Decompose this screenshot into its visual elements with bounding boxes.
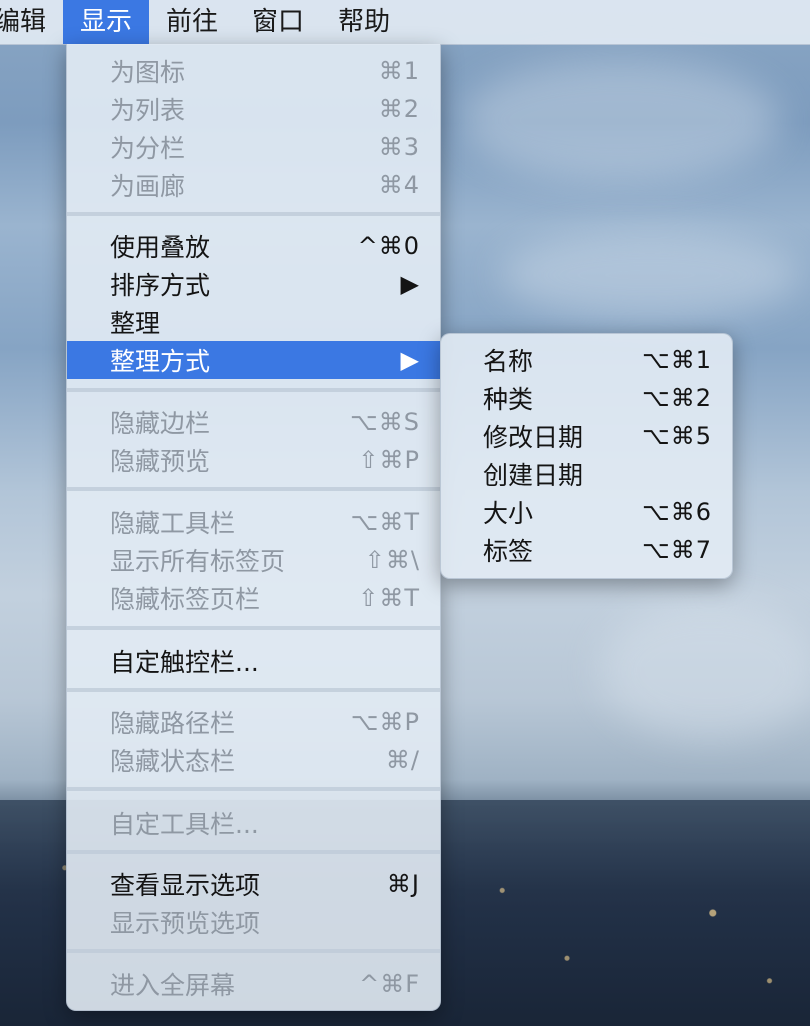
menu-separator	[67, 487, 440, 491]
menu-item-label: 标签	[483, 537, 534, 566]
submenu-item-size[interactable]: 大小 ⌥⌘6	[441, 493, 732, 531]
menu-item-as-icons[interactable]: 为图标 ⌘1	[67, 52, 440, 90]
menu-item-label: 创建日期	[483, 461, 584, 490]
menu-separator	[67, 787, 440, 791]
menu-item-sort-by[interactable]: 排序方式 ▶	[67, 265, 440, 303]
menu-item-shortcut: ⇧⌘\	[364, 546, 420, 574]
menu-item-label: 自定工具栏...	[110, 810, 259, 839]
menu-separator	[67, 949, 440, 953]
menu-item-as-gallery[interactable]: 为画廊 ⌘4	[67, 166, 440, 204]
menu-item-label: 大小	[483, 499, 534, 528]
menu-go[interactable]: 前往	[149, 0, 235, 44]
menu-item-shortcut: ^⌘0	[357, 232, 420, 260]
menu-item-show-preview-options[interactable]: 显示预览选项	[67, 903, 440, 941]
menu-item-label: 进入全屏幕	[110, 971, 236, 1000]
menu-item-shortcut: ⌥⌘S	[350, 408, 420, 436]
menu-item-as-columns[interactable]: 为分栏 ⌘3	[67, 128, 440, 166]
menu-item-shortcut: ^⌘F	[359, 970, 420, 998]
menu-item-label: 为图标	[110, 58, 186, 87]
menu-item-label: 修改日期	[483, 423, 584, 452]
menu-item-label: 为分栏	[110, 134, 186, 163]
menu-item-label: 整理方式	[110, 347, 211, 376]
menu-item-shortcut: ⌥⌘P	[350, 708, 420, 736]
menu-item-shortcut: ⌘1	[378, 57, 420, 85]
menu-item-label: 隐藏工具栏	[110, 509, 236, 538]
menu-item-label: 显示预览选项	[110, 909, 261, 938]
menu-item-enter-full-screen[interactable]: 进入全屏幕 ^⌘F	[67, 965, 440, 1003]
menu-item-shortcut: ⇧⌘P	[358, 446, 420, 474]
menu-item-shortcut: ⇧⌘T	[358, 584, 420, 612]
menu-item-shortcut: ⌥⌘T	[350, 508, 420, 536]
menu-item-shortcut: ⌘J	[386, 870, 420, 898]
menu-separator	[67, 688, 440, 692]
menu-item-as-list[interactable]: 为列表 ⌘2	[67, 90, 440, 128]
menu-item-label: 使用叠放	[110, 233, 211, 262]
menu-item-hide-status-bar[interactable]: 隐藏状态栏 ⌘/	[67, 741, 440, 779]
menu-item-label: 查看显示选项	[110, 871, 261, 900]
menu-item-label: 隐藏预览	[110, 447, 211, 476]
submenu-item-kind[interactable]: 种类 ⌥⌘2	[441, 379, 732, 417]
menu-item-hide-sidebar[interactable]: 隐藏边栏 ⌥⌘S	[67, 403, 440, 441]
submenu-arrow-icon: ▶	[400, 270, 420, 298]
menu-item-label: 隐藏路径栏	[110, 709, 236, 738]
menu-separator	[67, 850, 440, 854]
menu-item-label: 种类	[483, 385, 534, 414]
view-menu: 为图标 ⌘1 为列表 ⌘2 为分栏 ⌘3 为画廊 ⌘4 使用叠放 ^⌘0 排序方…	[66, 44, 441, 1011]
menu-item-hide-preview[interactable]: 隐藏预览 ⇧⌘P	[67, 441, 440, 479]
menu-item-clean-up[interactable]: 整理	[67, 303, 440, 341]
menu-item-hide-toolbar[interactable]: 隐藏工具栏 ⌥⌘T	[67, 503, 440, 541]
menu-item-label: 隐藏边栏	[110, 409, 211, 438]
menu-item-hide-tab-bar[interactable]: 隐藏标签页栏 ⇧⌘T	[67, 579, 440, 617]
menu-item-label: 名称	[483, 347, 534, 376]
menu-item-clean-up-by[interactable]: 整理方式 ▶	[67, 341, 440, 379]
menu-item-label: 排序方式	[110, 271, 211, 300]
menu-item-label: 隐藏标签页栏	[110, 585, 261, 614]
menu-item-customize-touch-bar[interactable]: 自定触控栏...	[67, 642, 440, 680]
menu-item-label: 显示所有标签页	[110, 547, 286, 576]
submenu-arrow-icon: ▶	[400, 346, 420, 374]
menu-item-shortcut: ⌘4	[378, 171, 420, 199]
submenu-item-name[interactable]: 名称 ⌥⌘1	[441, 341, 732, 379]
menu-item-shortcut: ⌥⌘6	[642, 498, 712, 526]
menu-item-show-all-tabs[interactable]: 显示所有标签页 ⇧⌘\	[67, 541, 440, 579]
menu-item-customize-toolbar[interactable]: 自定工具栏...	[67, 804, 440, 842]
menu-item-label: 自定触控栏...	[110, 648, 259, 677]
menu-item-shortcut: ⌥⌘7	[642, 536, 712, 564]
menu-item-shortcut: ⌥⌘2	[642, 384, 712, 412]
menu-item-shortcut: ⌘2	[378, 95, 420, 123]
menu-window[interactable]: 窗口	[235, 0, 321, 44]
clean-up-by-submenu: 名称 ⌥⌘1 种类 ⌥⌘2 修改日期 ⌥⌘5 创建日期 大小 ⌥⌘6 标签 ⌥⌘…	[440, 333, 733, 579]
menu-item-label: 为列表	[110, 96, 186, 125]
menu-item-shortcut: ⌘/	[385, 746, 420, 774]
menu-item-label: 整理	[110, 309, 161, 338]
menu-item-label: 隐藏状态栏	[110, 747, 236, 776]
menu-item-shortcut: ⌥⌘1	[642, 346, 712, 374]
menu-item-shortcut: ⌥⌘5	[642, 422, 712, 450]
menu-edit[interactable]: 编辑	[0, 0, 63, 44]
menu-item-shortcut: ⌘3	[378, 133, 420, 161]
menu-item-use-stacks[interactable]: 使用叠放 ^⌘0	[67, 227, 440, 265]
submenu-item-date-modified[interactable]: 修改日期 ⌥⌘5	[441, 417, 732, 455]
menu-view[interactable]: 显示	[63, 0, 150, 44]
menu-separator	[67, 212, 440, 216]
menu-bar: 编辑 显示 前往 窗口 帮助	[0, 0, 810, 45]
submenu-item-date-created[interactable]: 创建日期	[441, 455, 732, 493]
menu-item-show-view-options[interactable]: 查看显示选项 ⌘J	[67, 865, 440, 903]
menu-item-hide-path-bar[interactable]: 隐藏路径栏 ⌥⌘P	[67, 703, 440, 741]
submenu-item-tags[interactable]: 标签 ⌥⌘7	[441, 531, 732, 569]
menu-item-label: 为画廊	[110, 172, 186, 201]
menu-separator	[67, 626, 440, 630]
menu-separator	[67, 388, 440, 392]
menu-help[interactable]: 帮助	[321, 0, 407, 44]
